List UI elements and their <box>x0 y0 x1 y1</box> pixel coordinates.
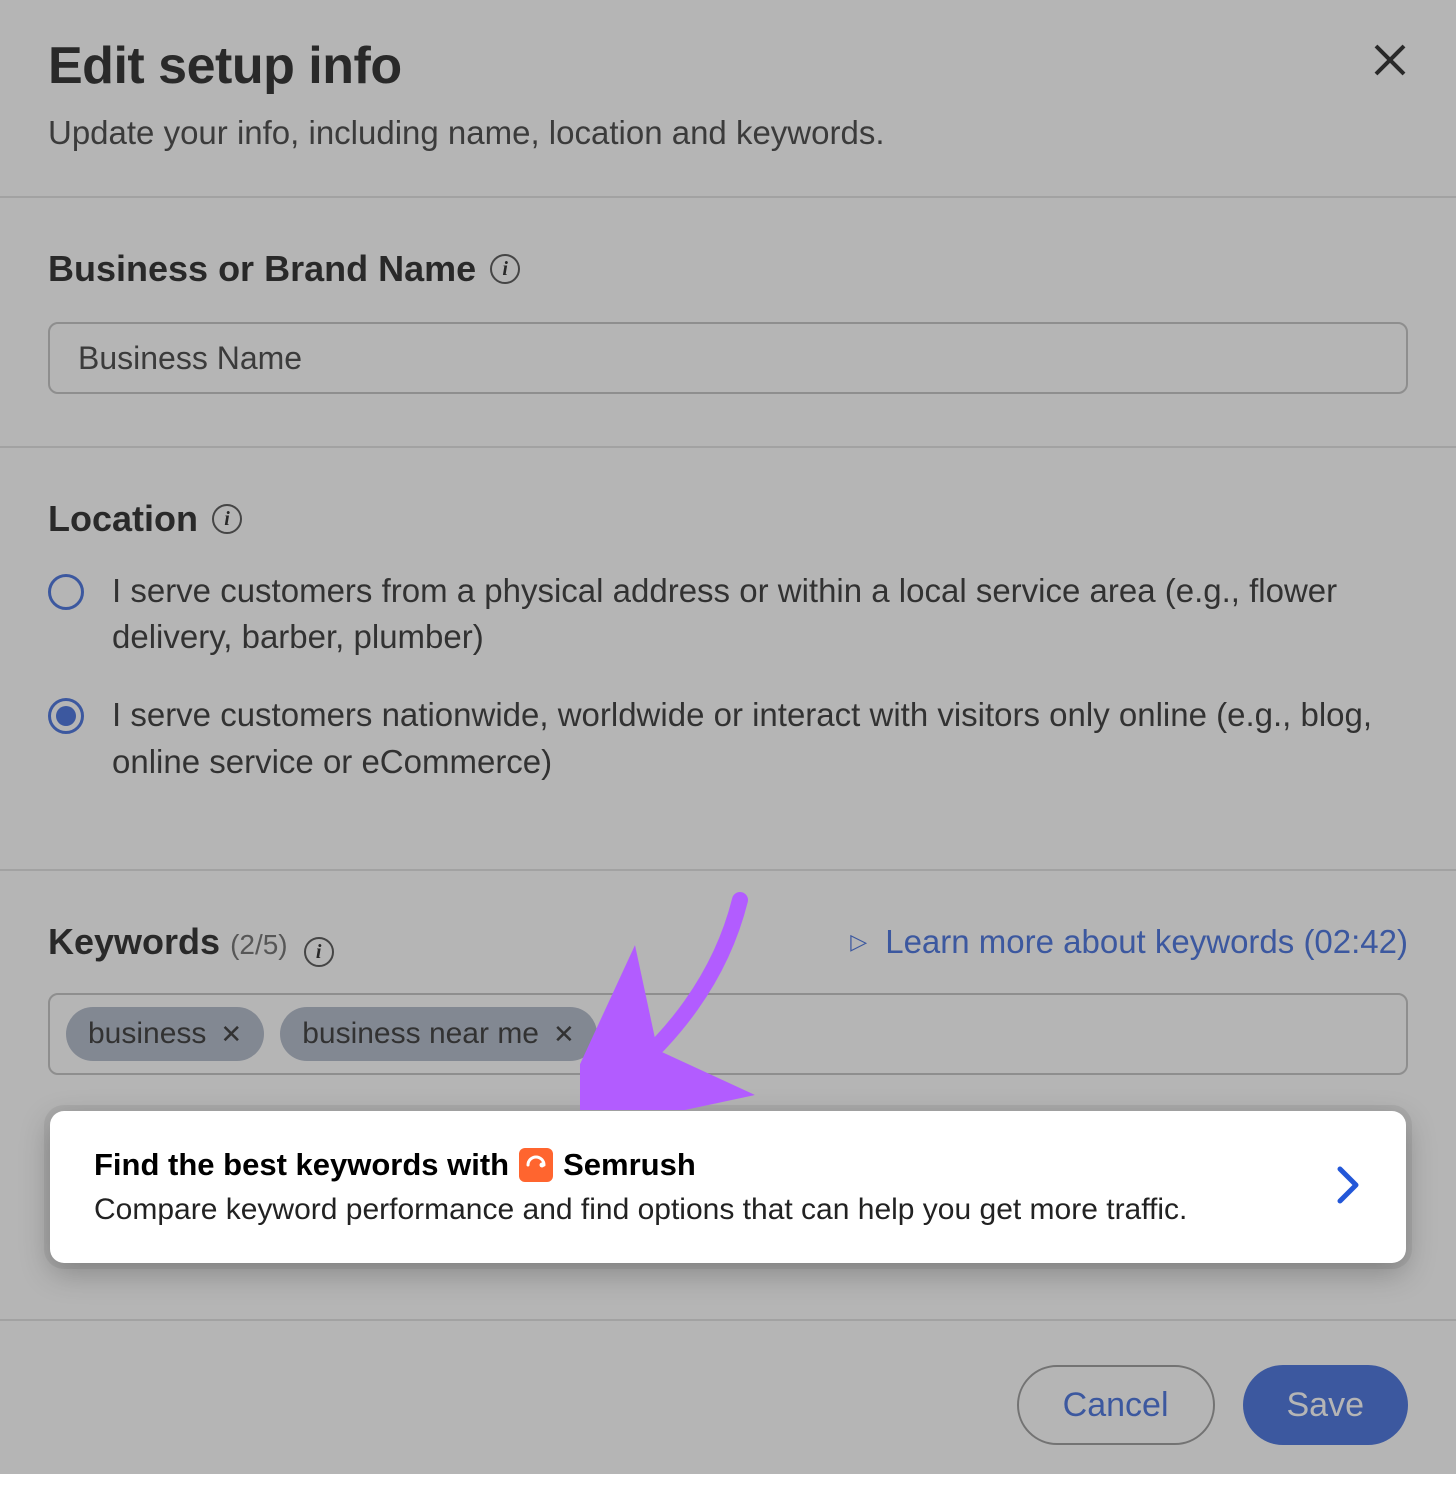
location-option-physical[interactable]: I serve customers from a physical addres… <box>48 568 1408 660</box>
close-icon <box>1372 42 1408 78</box>
location-label-row: Location i <box>48 498 1408 540</box>
info-icon[interactable]: i <box>304 937 334 967</box>
close-button[interactable] <box>1372 42 1408 83</box>
cancel-button[interactable]: Cancel <box>1017 1365 1215 1445</box>
semrush-title: Find the best keywords with Semrush <box>94 1147 1187 1183</box>
keywords-input[interactable]: business ✕ business near me ✕ <box>48 993 1408 1075</box>
chevron-right-icon <box>1334 1163 1362 1212</box>
semrush-title-prefix: Find the best keywords with <box>94 1147 509 1183</box>
location-section: Location i I serve customers from a phys… <box>0 448 1456 871</box>
radio-icon <box>48 574 84 610</box>
modal-header: Edit setup info Update your info, includ… <box>0 0 1456 198</box>
semrush-description: Compare keyword performance and find opt… <box>94 1193 1187 1227</box>
keyword-tag: business ✕ <box>66 1007 264 1061</box>
remove-tag-icon[interactable]: ✕ <box>553 1019 575 1050</box>
semrush-card[interactable]: Find the best keywords with Semrush Comp… <box>50 1111 1406 1263</box>
location-label: Location <box>48 498 198 540</box>
modal-footer: Cancel Save <box>0 1321 1456 1489</box>
business-name-input[interactable] <box>48 322 1408 394</box>
remove-tag-icon[interactable]: ✕ <box>220 1019 242 1050</box>
keywords-count: (2/5) <box>230 929 288 961</box>
keyword-tag-label: business <box>88 1017 206 1051</box>
location-radio-group: I serve customers from a physical addres… <box>48 568 1408 785</box>
info-icon[interactable]: i <box>212 504 242 534</box>
modal-title: Edit setup info <box>48 36 1408 96</box>
semrush-brand: Semrush <box>563 1147 696 1183</box>
business-section: Business or Brand Name i <box>0 198 1456 448</box>
radio-icon <box>48 698 84 734</box>
location-option-label: I serve customers nationwide, worldwide … <box>112 692 1408 784</box>
save-button[interactable]: Save <box>1243 1365 1409 1445</box>
learn-more-keywords-link[interactable]: ▷ Learn more about keywords (02:42) <box>850 923 1408 961</box>
location-option-label: I serve customers from a physical addres… <box>112 568 1408 660</box>
business-label-row: Business or Brand Name i <box>48 248 1408 290</box>
keywords-label: Keywords <box>48 921 220 963</box>
keyword-tag-label: business near me <box>302 1017 539 1051</box>
info-icon[interactable]: i <box>490 254 520 284</box>
location-option-online[interactable]: I serve customers nationwide, worldwide … <box>48 692 1408 784</box>
play-icon: ▷ <box>850 929 867 955</box>
keywords-section: Keywords (2/5) i ▷ Learn more about keyw… <box>0 871 1456 1322</box>
keywords-header: Keywords (2/5) i ▷ Learn more about keyw… <box>48 921 1408 964</box>
semrush-logo-icon <box>519 1148 553 1182</box>
keyword-tag: business near me ✕ <box>280 1007 597 1061</box>
business-label: Business or Brand Name <box>48 248 476 290</box>
learn-more-text: Learn more about keywords (02:42) <box>885 923 1408 961</box>
modal-subtitle: Update your info, including name, locati… <box>48 114 1408 152</box>
